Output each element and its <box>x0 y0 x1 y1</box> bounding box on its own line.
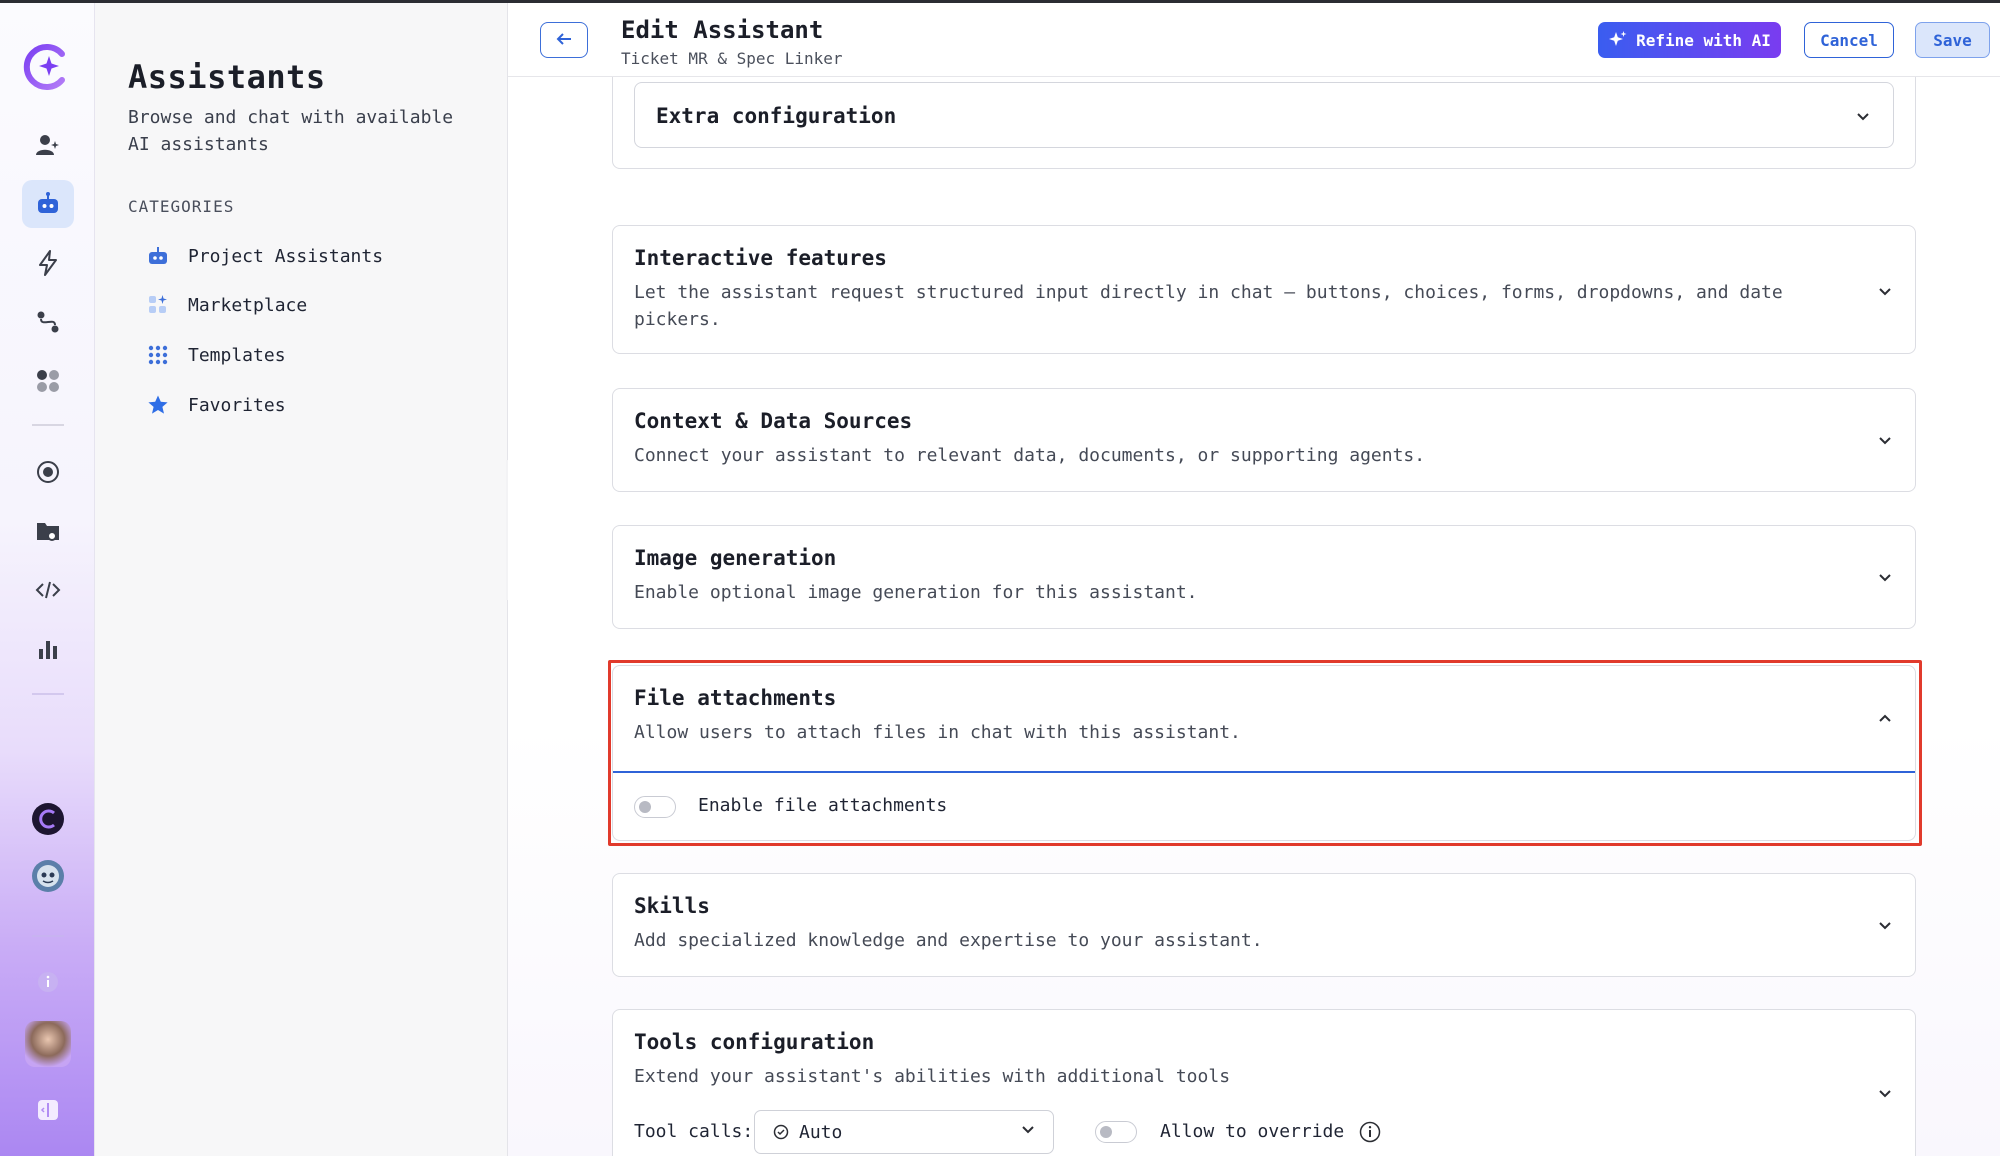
context-data-sources-description: Connect your assistant to relevant data,… <box>634 445 1426 466</box>
chevron-down-icon <box>1021 1125 1035 1134</box>
skills-title: Skills <box>634 894 710 918</box>
rail-code-icon[interactable] <box>22 566 74 614</box>
sparkle-icon <box>1608 30 1628 50</box>
tools-configuration-title: Tools configuration <box>634 1030 875 1054</box>
tools-configuration-description: Extend your assistant's abilities with a… <box>634 1066 1231 1087</box>
rail-divider <box>32 693 64 695</box>
rail-workflows-icon[interactable] <box>22 239 74 287</box>
save-button[interactable]: Save <box>1915 22 1990 58</box>
accordion-divider <box>613 771 1915 773</box>
app-logo-icon[interactable] <box>22 38 74 94</box>
interactive-features-card[interactable]: Interactive features Let the assistant r… <box>612 225 1916 354</box>
chevron-up-icon <box>1877 710 1893 726</box>
assistants-sidebar: Assistants Browse and chat with availabl… <box>95 0 508 1156</box>
skills-description: Add specialized knowledge and expertise … <box>634 930 1263 951</box>
tool-calls-value: Auto <box>799 1121 843 1143</box>
rail-assistants-icon[interactable] <box>22 180 74 228</box>
category-label: Marketplace <box>188 294 308 316</box>
back-button[interactable] <box>540 22 588 58</box>
sidebar-title: Assistants <box>128 58 326 96</box>
assistant-settings-form: Extra configuration Interactive features… <box>508 77 2000 1156</box>
rail-analytics-icon[interactable] <box>22 625 74 673</box>
chevron-down-icon <box>1855 108 1871 124</box>
file-attachments-card: File attachments Allow users to attach f… <box>612 665 1916 841</box>
enable-file-attachments-label: Enable file attachments <box>698 795 948 816</box>
allow-override-label: Allow to override <box>1160 1121 1345 1142</box>
category-label: Templates <box>188 344 286 366</box>
rail-collapse-sidebar-icon[interactable] <box>22 1086 74 1134</box>
grid-icon <box>146 343 170 367</box>
extra-configuration-title: Extra configuration <box>656 104 897 128</box>
rail-divider <box>32 424 64 426</box>
rail-info-icon[interactable] <box>22 958 74 1006</box>
app-rail <box>0 0 95 1156</box>
arrow-left-icon <box>555 31 573 50</box>
chevron-down-icon[interactable] <box>1877 1085 1893 1101</box>
tool-calls-label: Tool calls: <box>634 1121 754 1142</box>
robot-icon <box>146 244 170 268</box>
sparkle-grid-icon <box>146 293 170 317</box>
image-generation-title: Image generation <box>634 546 837 570</box>
sidebar-description: Browse and chat with available AI assist… <box>128 107 454 155</box>
cancel-button[interactable]: Cancel <box>1804 22 1894 58</box>
interactive-features-title: Interactive features <box>634 246 887 270</box>
rail-bot-avatar-icon[interactable] <box>22 852 74 900</box>
tool-calls-select[interactable]: Auto <box>754 1110 1054 1154</box>
file-attachments-description: Allow users to attach files in chat with… <box>634 722 1241 743</box>
rail-brand-avatar-icon[interactable] <box>22 795 74 843</box>
tools-configuration-card: Tools configuration Extend your assistan… <box>612 1009 1916 1156</box>
file-attachments-title: File attachments <box>634 686 837 710</box>
edit-assistant-header: Edit Assistant Ticket MR & Spec Linker R… <box>508 3 2000 77</box>
category-project-assistants[interactable]: Project Assistants <box>146 239 383 273</box>
rail-github-icon[interactable] <box>22 448 74 496</box>
categories-heading: CATEGORIES <box>128 197 235 216</box>
file-attachments-accordion-header[interactable]: File attachments Allow users to attach f… <box>613 666 1915 771</box>
refine-label: Refine with AI <box>1636 30 1771 50</box>
rail-new-assistant-icon[interactable] <box>22 121 74 169</box>
category-label: Project Assistants <box>188 245 384 267</box>
interactive-features-description: Let the assistant request structured inp… <box>634 282 1783 330</box>
context-data-sources-card[interactable]: Context & Data Sources Connect your assi… <box>612 388 1916 492</box>
refine-with-ai-button[interactable]: Refine with AI <box>1598 22 1781 58</box>
page-title: Edit Assistant <box>621 16 824 44</box>
image-generation-card[interactable]: Image generation Enable optional image g… <box>612 525 1916 629</box>
allow-override-toggle[interactable] <box>1095 1121 1137 1143</box>
category-templates[interactable]: Templates <box>146 338 286 372</box>
rail-apps-icon[interactable] <box>22 357 74 405</box>
check-circle-icon <box>773 1124 789 1140</box>
chevron-down-icon <box>1877 283 1893 299</box>
chevron-down-icon <box>1877 917 1893 933</box>
info-icon[interactable] <box>1359 1121 1381 1147</box>
context-data-sources-title: Context & Data Sources <box>634 409 913 433</box>
skills-card[interactable]: Skills Add specialized knowledge and exp… <box>612 873 1916 977</box>
category-favorites[interactable]: Favorites <box>146 388 286 422</box>
category-marketplace[interactable]: Marketplace <box>146 288 307 322</box>
star-icon <box>146 393 170 417</box>
rail-data-folder-icon[interactable] <box>22 507 74 555</box>
rail-divider <box>32 935 64 937</box>
chevron-down-icon <box>1877 569 1893 585</box>
chevron-down-icon <box>1877 432 1893 448</box>
enable-file-attachments-toggle[interactable] <box>634 796 676 818</box>
extra-configuration-card: Extra configuration <box>612 77 1916 169</box>
assistant-name-subtitle: Ticket MR & Spec Linker <box>621 49 843 68</box>
category-label: Favorites <box>188 394 286 416</box>
image-generation-description: Enable optional image generation for thi… <box>634 582 1198 603</box>
extra-configuration-accordion[interactable]: Extra configuration <box>634 82 1894 148</box>
user-avatar[interactable] <box>22 1020 74 1068</box>
rail-integrations-icon[interactable] <box>22 298 74 346</box>
window-top-border <box>0 0 2000 3</box>
